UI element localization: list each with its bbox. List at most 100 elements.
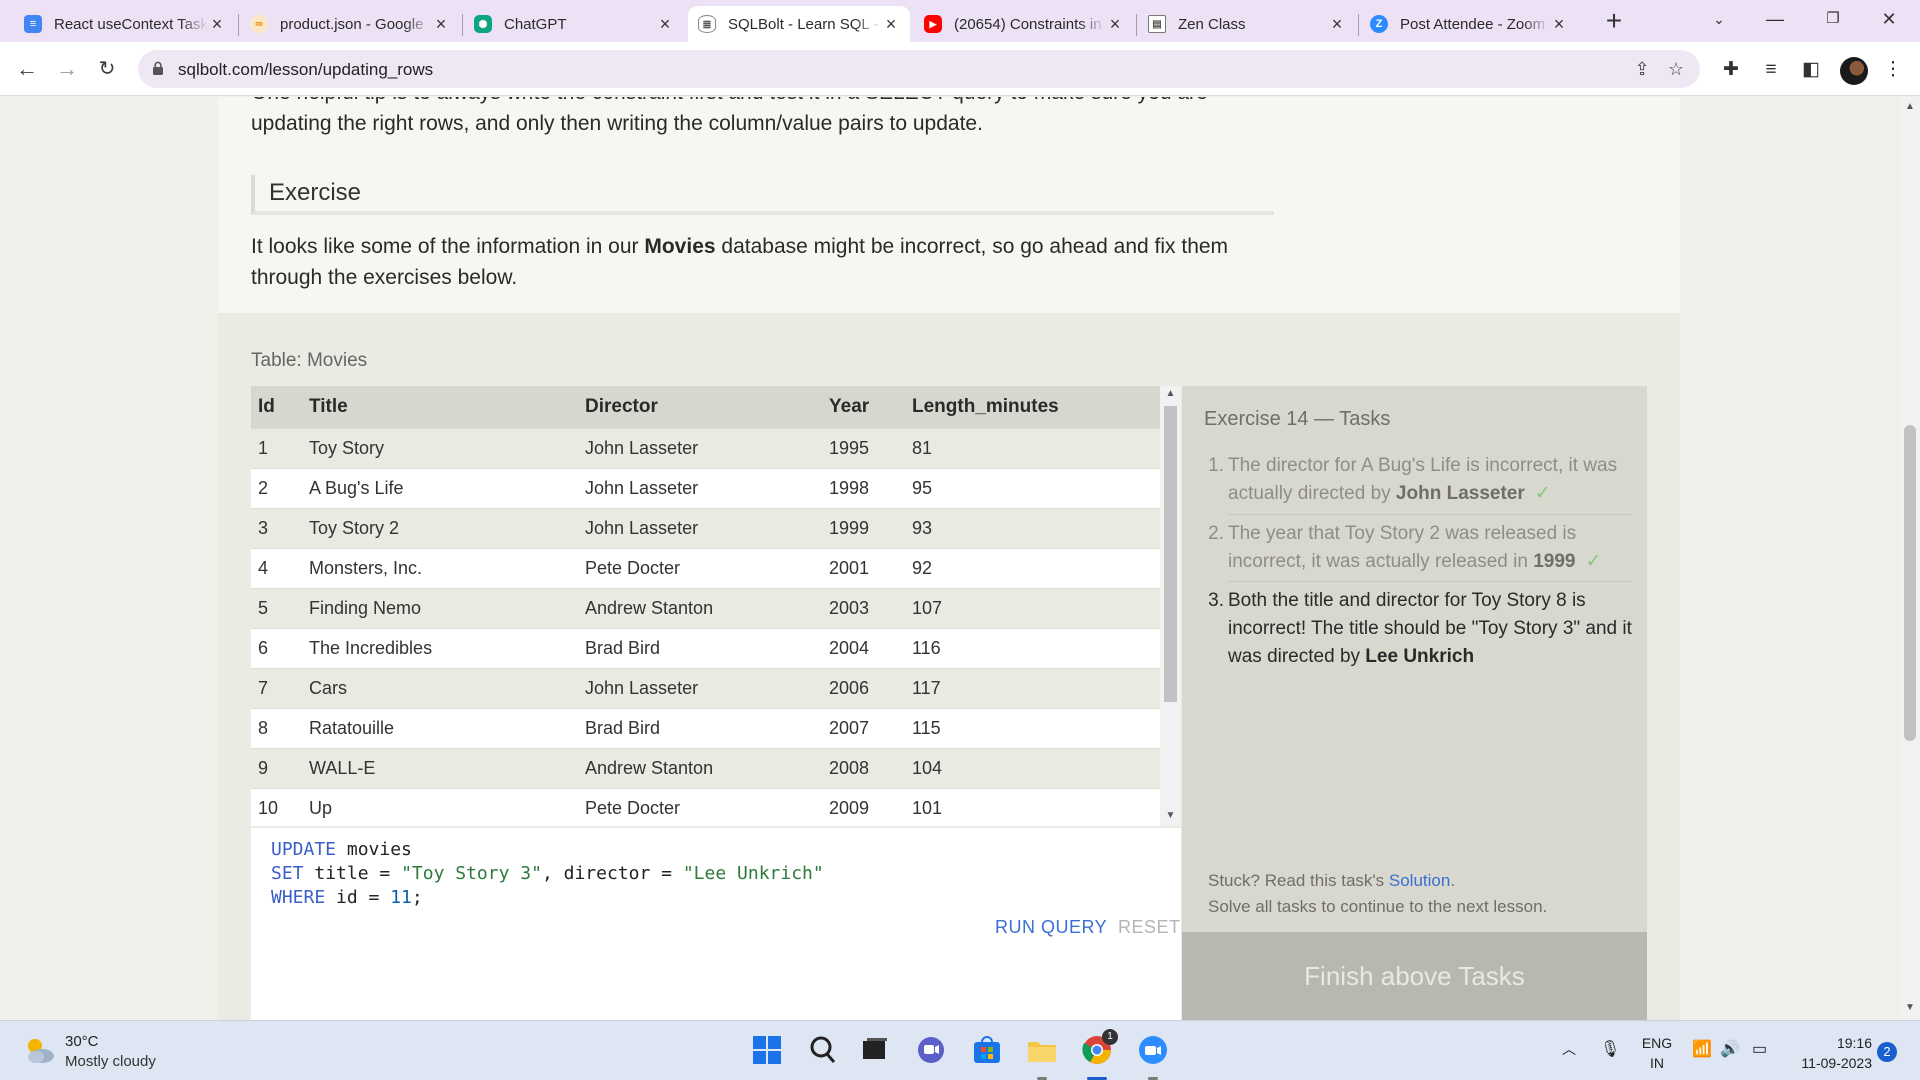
- cell-director: Pete Docter: [585, 787, 829, 826]
- tab-title: React useContext Task: [54, 15, 208, 33]
- close-icon[interactable]: ×: [656, 14, 674, 35]
- chrome-icon[interactable]: 1: [1080, 1029, 1118, 1080]
- solution-link[interactable]: Solution: [1389, 871, 1450, 890]
- back-button[interactable]: ←: [12, 54, 42, 84]
- tab-react-usecontext[interactable]: ≡ React useContext Task ×: [14, 6, 236, 42]
- extensions-puzzle-icon[interactable]: ✚: [1718, 57, 1744, 83]
- cell-year: 2007: [829, 707, 912, 748]
- close-icon[interactable]: ×: [1328, 14, 1346, 35]
- table-scroll-thumb[interactable]: [1164, 406, 1177, 702]
- cell-title: Monsters, Inc.: [309, 547, 585, 588]
- task-number: 3.: [1208, 590, 1224, 611]
- scroll-down-arrow-icon[interactable]: ▼: [1900, 1002, 1920, 1013]
- cell-director: Andrew Stanton: [585, 587, 829, 628]
- new-tab-button[interactable]: +: [1598, 6, 1630, 38]
- scroll-up-arrow-icon[interactable]: ▲: [1900, 101, 1920, 112]
- zoom-app-icon[interactable]: [1136, 1033, 1170, 1080]
- cell-year: 2006: [829, 667, 912, 708]
- reload-button[interactable]: ↻: [92, 54, 122, 84]
- page-scrollbar[interactable]: ▲ ▼: [1900, 97, 1920, 1020]
- close-window-button[interactable]: ✕: [1866, 0, 1912, 40]
- volume-icon[interactable]: 🔊: [1720, 1039, 1740, 1059]
- bookmark-star-icon[interactable]: ☆: [1664, 57, 1688, 81]
- media-queue-icon[interactable]: ≡: [1758, 57, 1784, 83]
- task-text-bold: 1999: [1533, 551, 1576, 572]
- tab-title: product.json - Google: [280, 15, 424, 33]
- page-viewport: One helpful tip is to always write the c…: [0, 97, 1900, 1020]
- table-scrollbar[interactable]: ▲ ▼: [1160, 386, 1181, 826]
- weather-cloud-sun-icon[interactable]: [22, 1035, 56, 1065]
- tab-title: Post Attendee - Zoom: [1400, 15, 1546, 33]
- task-text: Both the title and director for Toy Stor…: [1228, 587, 1632, 671]
- forward-button[interactable]: →: [52, 54, 82, 84]
- tab-product-json[interactable]: ∞ product.json - Google ×: [240, 6, 460, 42]
- table-row: 10 Up Pete Docter 2009 101: [251, 787, 1160, 826]
- close-icon[interactable]: ×: [882, 14, 900, 35]
- cell-director: John Lasseter: [585, 507, 829, 548]
- code-text: id =: [325, 887, 391, 908]
- tab-zoom-post-attendee[interactable]: Z Post Attendee - Zoom ×: [1360, 6, 1578, 42]
- cell-title: Ratatouille: [309, 707, 585, 748]
- microsoft-store-icon[interactable]: [970, 1033, 1004, 1067]
- system-clock[interactable]: 19:16 11-09-2023: [1790, 1033, 1872, 1073]
- teams-chat-icon[interactable]: [914, 1033, 948, 1067]
- cell-year: 1999: [829, 507, 912, 548]
- wifi-icon[interactable]: 📶: [1692, 1039, 1712, 1059]
- cell-id: 8: [251, 707, 309, 748]
- scroll-up-arrow-icon[interactable]: ▲: [1160, 388, 1181, 399]
- profile-avatar[interactable]: [1840, 57, 1868, 85]
- cell-director: John Lasseter: [585, 667, 829, 708]
- close-icon[interactable]: ×: [208, 14, 226, 35]
- cell-year: 2004: [829, 627, 912, 668]
- tab-zen-class[interactable]: ▤ Zen Class ×: [1138, 6, 1356, 42]
- restore-button[interactable]: ❐: [1810, 0, 1856, 40]
- cell-length: 116: [912, 627, 1160, 668]
- reset-button[interactable]: RESET: [1118, 917, 1181, 938]
- search-icon[interactable]: [806, 1033, 840, 1067]
- notification-count-badge[interactable]: 2: [1877, 1042, 1897, 1062]
- battery-icon[interactable]: ▭: [1752, 1039, 1767, 1059]
- sql-code[interactable]: UPDATE movies SET title = "Toy Story 3",…: [271, 838, 824, 910]
- kebab-menu-icon[interactable]: ⋮: [1880, 57, 1906, 83]
- cell-id: 3: [251, 507, 309, 548]
- cell-id: 6: [251, 627, 309, 668]
- cell-title: Toy Story 2: [309, 507, 585, 548]
- tab-youtube-constraints[interactable]: ▶ (20654) Constraints in ×: [914, 6, 1134, 42]
- close-icon[interactable]: ×: [1550, 14, 1568, 35]
- show-hidden-icons-chevron-icon[interactable]: ︿: [1562, 1039, 1576, 1059]
- scroll-down-arrow-icon[interactable]: ▼: [1160, 810, 1181, 821]
- task-view-icon[interactable]: [858, 1033, 892, 1067]
- chatgpt-icon: ✺: [474, 15, 492, 33]
- minimize-button[interactable]: —: [1752, 0, 1798, 40]
- cell-year: 2001: [829, 547, 912, 588]
- tab-sqlbolt[interactable]: ≣ SQLBolt - Learn SQL - ×: [688, 6, 910, 42]
- tab-chatgpt[interactable]: ✺ ChatGPT ×: [464, 6, 684, 42]
- browser-toolbar: ← → ↻ sqlbolt.com/lesson/updating_rows ⇪…: [0, 42, 1920, 96]
- column-header-director: Director: [585, 386, 829, 428]
- address-bar[interactable]: sqlbolt.com/lesson/updating_rows ⇪ ☆: [138, 50, 1700, 88]
- share-icon[interactable]: ⇪: [1630, 57, 1654, 81]
- code-text: ;: [411, 887, 423, 908]
- url-text: sqlbolt.com/lesson/updating_rows: [178, 60, 434, 79]
- side-panel-icon[interactable]: ◧: [1798, 57, 1824, 83]
- close-icon[interactable]: ×: [1106, 14, 1124, 35]
- exercise-desc-pre: It looks like some of the information in…: [251, 235, 645, 258]
- input-language[interactable]: ENG IN: [1640, 1033, 1674, 1073]
- tab-search-chevron-icon[interactable]: ⌄: [1696, 0, 1742, 40]
- page-scroll-thumb[interactable]: [1904, 425, 1916, 741]
- sql-query-editor[interactable]: UPDATE movies SET title = "Toy Story 3",…: [251, 828, 1181, 1020]
- code-text: title =: [303, 863, 402, 884]
- table-caption: Table: Movies: [251, 350, 368, 371]
- file-explorer-icon[interactable]: [1025, 1033, 1059, 1080]
- microphone-icon[interactable]: 🎙: [1600, 1039, 1620, 1059]
- task-divider: [1228, 514, 1632, 515]
- finish-tasks-button[interactable]: Finish above Tasks: [1182, 932, 1647, 1020]
- cell-length: 93: [912, 507, 1160, 548]
- cell-director: John Lasseter: [585, 427, 829, 468]
- close-icon[interactable]: ×: [432, 14, 450, 35]
- start-windows-icon[interactable]: [750, 1033, 784, 1067]
- run-query-button[interactable]: RUN QUERY: [995, 917, 1107, 938]
- movies-table-container[interactable]: Id Title Director Year Length_minutes 1T…: [251, 386, 1181, 826]
- lesson-intro-text: One helpful tip is to always write the c…: [251, 97, 1291, 139]
- table-row: 1 Toy Story John Lasseter 1995 81: [251, 427, 1160, 468]
